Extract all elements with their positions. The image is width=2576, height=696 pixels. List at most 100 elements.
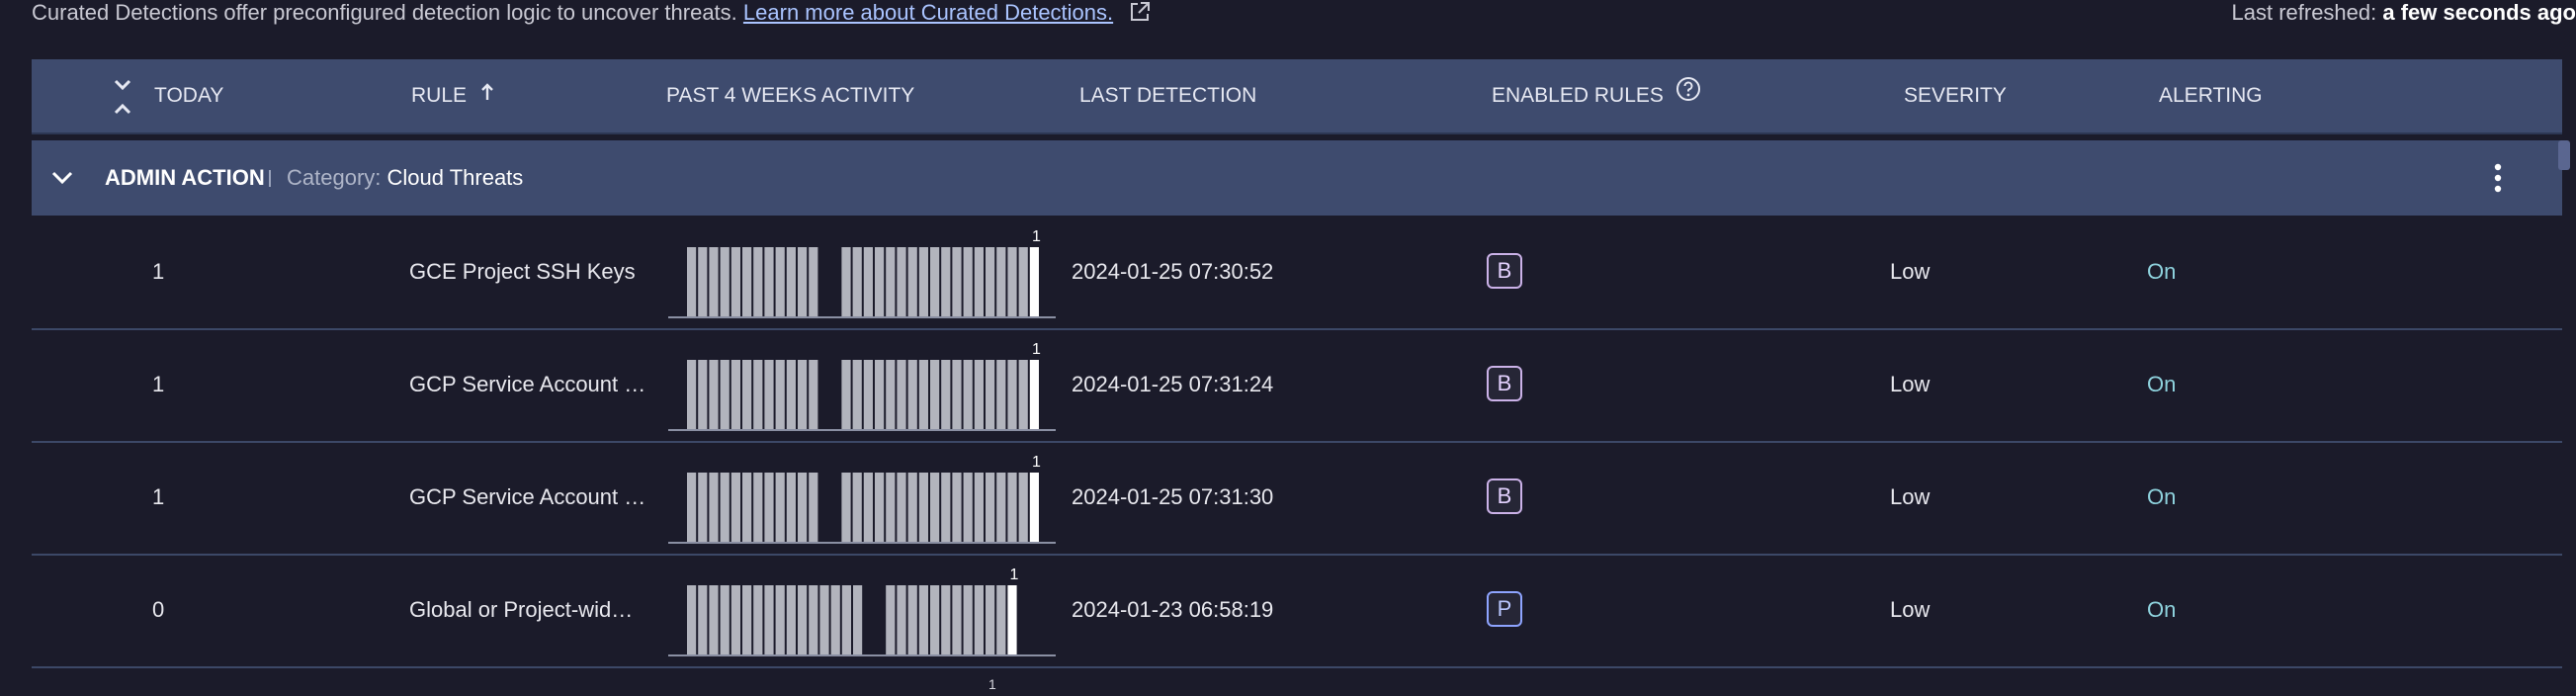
alerting-status[interactable]: On — [2147, 216, 2176, 328]
activity-bar — [687, 247, 697, 316]
severity-value: Low — [1890, 484, 1931, 509]
more-vert-icon[interactable] — [2493, 162, 2503, 200]
activity-bar — [753, 247, 763, 316]
category-label: Category: — [287, 165, 382, 190]
activity-bar — [687, 360, 697, 429]
activity-bar — [930, 473, 940, 542]
activity-bar — [1007, 473, 1017, 542]
activity-bar — [841, 473, 851, 542]
last-detection-time: 2024-01-25 07:30:52 — [1072, 259, 1274, 284]
activity-bar — [841, 247, 851, 316]
col-rule[interactable]: RULE — [411, 59, 494, 132]
table-row[interactable]: 0 Global or Project-wid… 2024-01-23 06:58:… — [32, 554, 2562, 668]
activity-bar — [863, 473, 873, 542]
learn-more-link[interactable]: Learn more about Curated Detections. — [743, 0, 1113, 25]
activity-bar — [875, 473, 885, 542]
scrollbar[interactable] — [2558, 140, 2570, 170]
help-icon[interactable] — [1675, 59, 1701, 132]
activity-bar — [687, 473, 697, 542]
alerting-status[interactable]: On — [2147, 328, 2176, 441]
activity-bar — [986, 585, 995, 654]
today-count: 1 — [152, 259, 165, 284]
activity-bar — [730, 473, 740, 542]
col-alerting[interactable]: ALERTING — [2159, 59, 2263, 132]
severity-value: Low — [1890, 259, 1931, 284]
col-severity[interactable]: SEVERITY — [1904, 59, 2007, 132]
activity-bar — [974, 585, 984, 654]
activity-bar — [819, 585, 829, 654]
activity-bar — [764, 473, 774, 542]
activity-bar — [930, 247, 940, 316]
activity-bar — [886, 585, 896, 654]
alerting-status[interactable]: On — [2147, 554, 2176, 666]
activity-bar — [753, 585, 763, 654]
activity-bar — [930, 360, 940, 429]
today-count: 1 — [152, 484, 165, 509]
activity-bar — [852, 473, 862, 542]
activity-bar — [841, 360, 851, 429]
activity-bar — [687, 585, 697, 654]
activity-bar — [952, 360, 962, 429]
activity-bar — [996, 247, 1006, 316]
rule-name[interactable]: GCE Project SSH Keys — [409, 216, 636, 328]
external-link-icon[interactable] — [1129, 1, 1151, 29]
activity-bar — [963, 473, 973, 542]
activity-bar — [841, 585, 851, 654]
activity-bar — [918, 473, 928, 542]
alerting-status[interactable]: On — [2147, 441, 2176, 554]
activity-bar — [798, 585, 808, 654]
activity-bar — [974, 360, 984, 429]
activity-bar — [875, 360, 885, 429]
activity-bar-peak — [1029, 473, 1039, 542]
chevron-down-icon[interactable] — [49, 166, 75, 196]
activity-sparkline: 1 — [668, 341, 1056, 431]
activity-bar — [730, 360, 740, 429]
activity-bar — [941, 360, 951, 429]
activity-bar — [897, 247, 906, 316]
activity-bar — [930, 585, 940, 654]
col-enabled-label: ENABLED RULES — [1492, 84, 1664, 107]
rule-name[interactable]: GCP Service Account … — [409, 328, 645, 441]
activity-bar — [786, 247, 796, 316]
rule-name[interactable]: GCP Service Account … — [409, 441, 645, 554]
activity-bar — [798, 473, 808, 542]
activity-bar — [996, 585, 1006, 654]
activity-bar — [764, 247, 774, 316]
activity-bar — [886, 360, 896, 429]
activity-bar — [941, 473, 951, 542]
activity-bar — [852, 247, 862, 316]
col-today[interactable]: TODAY — [154, 59, 223, 132]
table-row[interactable]: 1 GCP Service Account … 2024-01-25 07:31:3… — [32, 441, 2562, 556]
activity-bar — [886, 247, 896, 316]
activity-bar — [941, 247, 951, 316]
sparkline-max-label: 1 — [1032, 228, 1041, 245]
activity-bar — [809, 473, 818, 542]
col-last-detection[interactable]: LAST DETECTION — [1079, 59, 1256, 132]
activity-bar — [809, 360, 818, 429]
activity-bar — [720, 585, 730, 654]
col-past-activity[interactable]: PAST 4 WEEKS ACTIVITY — [666, 59, 914, 132]
activity-bar — [974, 473, 984, 542]
activity-bar — [1018, 473, 1028, 542]
activity-bar — [918, 247, 928, 316]
rule-name[interactable]: Global or Project-wid… — [409, 554, 633, 666]
last-detection-time: 2024-01-23 06:58:19 — [1072, 597, 1274, 622]
activity-bar — [918, 585, 928, 654]
table-row[interactable]: 1 GCE Project SSH Keys 2024-01-25 07:30:52… — [32, 216, 2562, 330]
activity-bar — [897, 473, 906, 542]
activity-bar — [764, 585, 774, 654]
activity-bar — [753, 473, 763, 542]
activity-bar — [742, 473, 752, 542]
col-enabled-rules[interactable]: ENABLED RULES — [1492, 59, 1701, 132]
activity-sparkline: 1 — [668, 228, 1056, 318]
group-row-admin-action[interactable]: ADMIN ACTION Category: Cloud Threats — [32, 140, 2562, 216]
expand-collapse-all-icon[interactable] — [111, 77, 134, 117]
activity-bar — [798, 247, 808, 316]
divider — [269, 170, 271, 187]
activity-bar — [963, 585, 973, 654]
activity-bar — [852, 360, 862, 429]
table-row[interactable]: 1 GCP Service Account … 2024-01-25 07:31:2… — [32, 328, 2562, 443]
activity-bar — [963, 247, 973, 316]
activity-bar — [742, 247, 752, 316]
activity-bar-peak — [1029, 360, 1039, 429]
